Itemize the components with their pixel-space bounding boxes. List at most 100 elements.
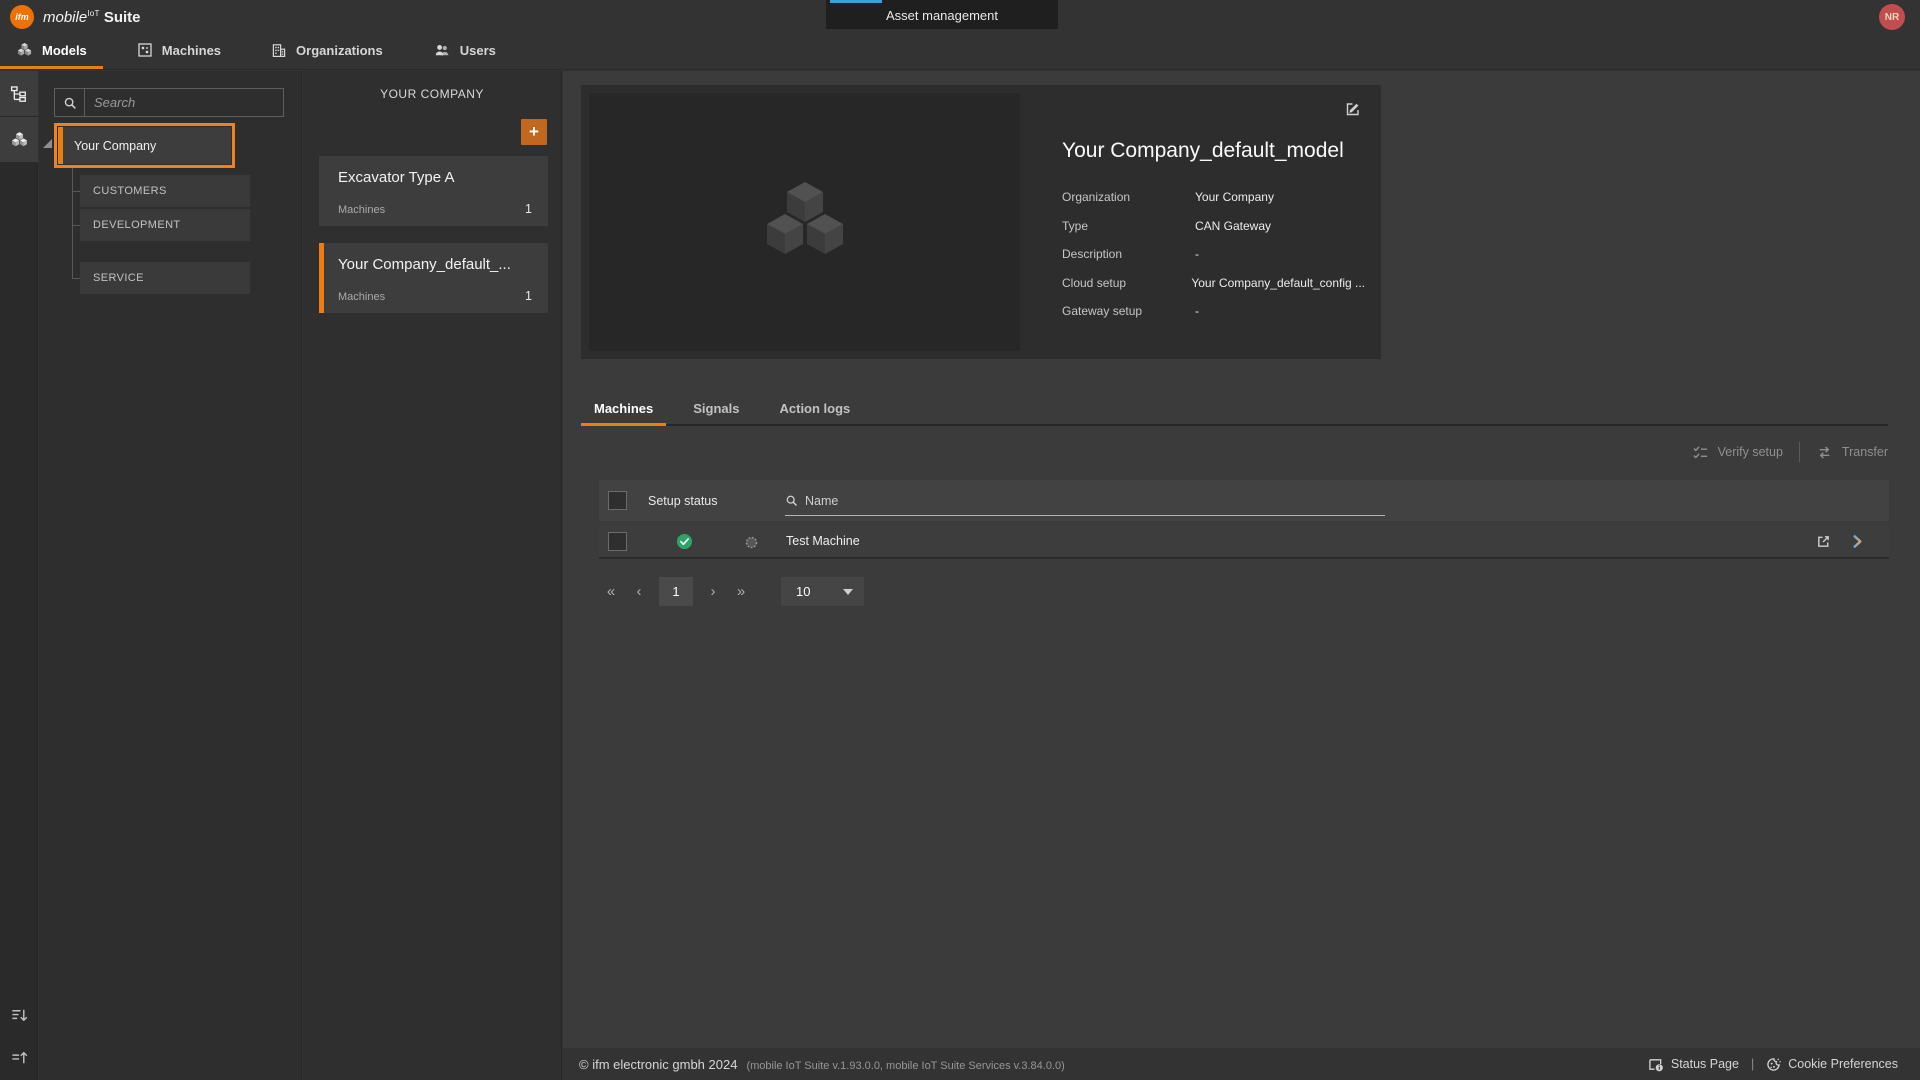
rail-models-view[interactable] <box>0 117 38 163</box>
rail-hierarchy-view[interactable] <box>0 71 38 117</box>
tab-action-logs[interactable]: Action logs <box>767 393 864 426</box>
app-root: ifm mobileIoT Suite Asset management NR … <box>0 0 1920 1080</box>
detail-value: - <box>1195 247 1199 261</box>
tree-node-label: CUSTOMERS <box>93 185 167 197</box>
model-card-stat-label: Machines <box>338 204 385 216</box>
tree-node-customers[interactable]: CUSTOMERS <box>80 175 250 207</box>
search-input[interactable] <box>85 89 283 116</box>
organizations-icon <box>271 42 287 58</box>
name-filter-field <box>785 486 1385 516</box>
model-title: Your Company_default_model <box>1062 139 1365 163</box>
ifm-logo-icon: ifm <box>10 5 34 29</box>
nav-tab-users[interactable]: Users <box>417 34 512 69</box>
footer-divider: | <box>1751 1057 1754 1071</box>
open-machine-button[interactable] <box>1816 534 1831 554</box>
setup-ok-icon <box>676 533 693 555</box>
model-card-stat-value: 1 <box>525 289 532 303</box>
transfer-label: Transfer <box>1842 445 1888 459</box>
status-page-label: Status Page <box>1671 1057 1739 1071</box>
cookie-preferences-link[interactable]: Cookie Preferences <box>1766 1057 1898 1072</box>
nav-tab-machines[interactable]: Machines <box>121 34 237 69</box>
detail-label: Description <box>1062 247 1195 261</box>
model-detail-area: Your Company_default_model Organization … <box>563 71 1920 1080</box>
expand-all-icon <box>10 1006 29 1025</box>
detail-value: CAN Gateway <box>1195 219 1271 233</box>
first-page-button[interactable]: « <box>599 583 623 600</box>
model-card-stat-label: Machines <box>338 291 385 303</box>
detail-value: Your Company_default_config ... <box>1191 276 1365 290</box>
detail-row-gateway-setup: Gateway setup - <box>1062 297 1365 326</box>
nav-tab-models[interactable]: Models <box>0 34 103 69</box>
models-panel-title: YOUR COMPANY <box>303 71 561 101</box>
tab-signals[interactable]: Signals <box>680 393 752 426</box>
cubes-placeholder-icon <box>757 176 853 268</box>
tab-machines[interactable]: Machines <box>581 393 666 426</box>
app-title-suite: Suite <box>104 9 141 26</box>
version-text: (mobile IoT Suite v.1.93.0.0, mobile IoT… <box>746 1060 1064 1072</box>
detail-label: Gateway setup <box>1062 304 1195 318</box>
status-pending-icon <box>745 536 758 554</box>
select-all-checkbox[interactable] <box>608 491 627 510</box>
models-list-panel: YOUR COMPANY + Excavator Type A Machines… <box>303 71 562 1080</box>
search-icon <box>785 494 798 507</box>
hierarchy-icon <box>10 85 28 103</box>
tree-node-your-company[interactable]: Your Company <box>58 127 231 164</box>
nav-tab-organizations[interactable]: Organizations <box>255 34 399 69</box>
collapse-all-button[interactable] <box>0 1040 38 1074</box>
cookie-icon <box>1766 1057 1781 1072</box>
row-expand-button[interactable] <box>1850 534 1865 554</box>
model-card-stat-value: 1 <box>525 202 532 216</box>
nav-tab-label: Models <box>42 43 87 58</box>
app-title-iot: IoT <box>87 9 99 18</box>
open-external-icon <box>1816 534 1831 549</box>
footer-copyright-group: © ifm electronic gmbh 2024 (mobile IoT S… <box>563 1057 1065 1072</box>
main-nav: Models Machines Organizations Users <box>0 34 1920 70</box>
detail-label: Type <box>1062 219 1195 233</box>
user-avatar[interactable]: NR <box>1879 4 1905 30</box>
row-checkbox[interactable] <box>608 532 627 551</box>
model-card-default-model[interactable]: Your Company_default_... Machines 1 <box>319 243 548 313</box>
detail-label: Organization <box>1062 190 1195 204</box>
detail-row-type: Type CAN Gateway <box>1062 212 1365 241</box>
tab-label: Machines <box>594 401 653 416</box>
prev-page-button[interactable]: ‹ <box>627 583 651 600</box>
model-card-title: Excavator Type A <box>338 169 532 186</box>
add-model-button[interactable]: + <box>521 119 547 145</box>
detail-row-cloud-setup: Cloud setup Your Company_default_config … <box>1062 269 1365 298</box>
page-size-select[interactable]: 10 <box>781 577 864 606</box>
app-title: mobileIoT Suite <box>43 9 141 26</box>
expand-all-button[interactable] <box>0 998 38 1032</box>
search-icon <box>55 89 85 116</box>
tree-node-label: DEVELOPMENT <box>93 219 181 231</box>
transfer-button[interactable]: Transfer <box>1816 444 1888 461</box>
model-detail-info: Your Company_default_model Organization … <box>1062 85 1365 326</box>
users-icon <box>433 42 451 58</box>
current-page-button[interactable]: 1 <box>659 577 693 606</box>
model-card-excavator[interactable]: Excavator Type A Machines 1 <box>319 156 548 226</box>
tree-search <box>54 88 284 117</box>
detail-row-organization: Organization Your Company <box>1062 183 1365 212</box>
next-page-button[interactable]: › <box>701 583 725 600</box>
status-page-link[interactable]: Status Page <box>1648 1057 1739 1072</box>
selection-bar <box>58 127 63 164</box>
detail-value: Your Company <box>1195 190 1274 204</box>
brand[interactable]: ifm mobileIoT Suite <box>0 5 141 29</box>
cookie-preferences-label: Cookie Preferences <box>1788 1057 1898 1071</box>
tree-node-your-company-highlight[interactable]: Your Company <box>54 123 235 168</box>
machine-name: Test Machine <box>786 534 860 548</box>
app-title-mobile: mobile <box>43 9 87 26</box>
verify-setup-button[interactable]: Verify setup <box>1692 444 1783 461</box>
tree-node-service[interactable]: SERVICE <box>80 262 250 294</box>
footer: © ifm electronic gmbh 2024 (mobile IoT S… <box>563 1048 1920 1080</box>
pagination: « ‹ 1 › » 10 <box>599 576 864 606</box>
collapse-all-icon <box>10 1048 29 1067</box>
last-page-button[interactable]: » <box>729 583 753 600</box>
name-filter-input[interactable] <box>805 494 1385 508</box>
machines-toolbar: Verify setup Transfer <box>1692 437 1888 467</box>
machine-row-test-machine[interactable]: Test Machine <box>599 525 1889 559</box>
copyright-text: © ifm electronic gmbh 2024 <box>579 1057 737 1072</box>
cubes-icon <box>10 131 29 149</box>
tree-expander-caret[interactable] <box>43 139 52 148</box>
tree-node-development[interactable]: DEVELOPMENT <box>80 209 250 241</box>
nav-tab-label: Organizations <box>296 43 383 58</box>
